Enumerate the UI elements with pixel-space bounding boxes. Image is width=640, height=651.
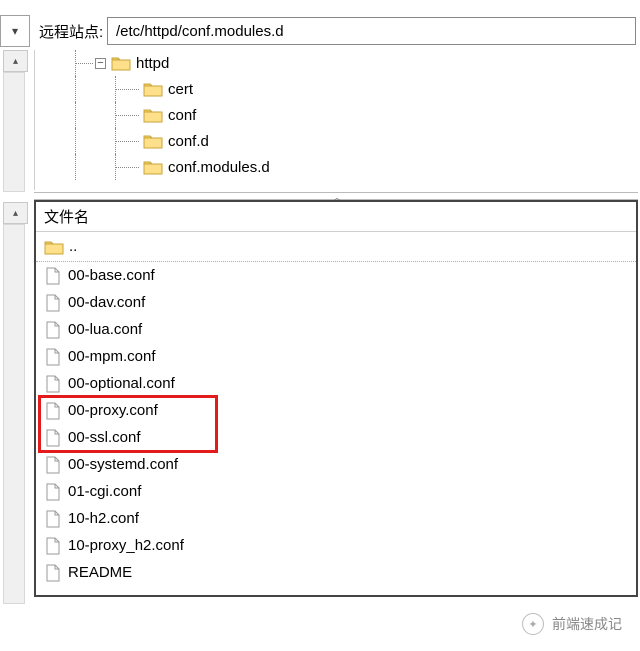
file-name: 00-ssl.conf [68,429,141,446]
folder-icon [143,81,163,97]
parent-dir-label: .. [69,238,77,255]
remote-site-label: 远程站点: [39,21,103,42]
file-row[interactable]: README [36,559,636,586]
file-row[interactable]: 00-systemd.conf [36,451,636,478]
file-name: README [68,564,132,581]
scroll-up-button-2[interactable]: ▴ [3,202,28,224]
scroll-track-upper[interactable] [3,72,25,192]
watermark: ✦ 前端速成记 [522,613,622,635]
file-icon [44,564,62,582]
column-header-filename[interactable]: 文件名 [36,202,636,232]
local-site-dropdown[interactable]: ▾ [0,15,30,47]
tree-item-httpd[interactable]: − httpd [35,50,638,76]
tree-item-conf-d[interactable]: conf.d [35,128,638,154]
file-row[interactable]: 01-cgi.conf [36,478,636,505]
tree-item-cert[interactable]: cert [35,76,638,102]
tree-item-conf-modules-d[interactable]: conf.modules.d [35,154,638,180]
file-name: 01-cgi.conf [68,483,141,500]
file-row[interactable]: 00-lua.conf [36,316,636,343]
file-icon [44,456,62,474]
file-icon [44,267,62,285]
tree-item-label: cert [168,81,193,98]
horizontal-splitter[interactable]: ︿ [34,192,638,200]
scroll-up-button[interactable]: ▴ [3,50,28,72]
file-name: 10-h2.conf [68,510,139,527]
file-row[interactable]: 00-optional.conf [36,370,636,397]
tree-item-label: httpd [136,55,169,72]
watermark-icon: ✦ [522,613,544,635]
folder-icon [143,107,163,123]
tree-item-label: conf.modules.d [168,159,270,176]
file-name: 00-mpm.conf [68,348,156,365]
folder-icon [44,239,64,255]
file-icon [44,510,62,528]
watermark-text: 前端速成记 [552,614,622,634]
file-name: 00-optional.conf [68,375,175,392]
file-name: 00-dav.conf [68,294,145,311]
left-gutter: ▴ ▴ [0,0,30,651]
file-icon [44,537,62,555]
file-icon [44,402,62,420]
file-row[interactable]: 00-mpm.conf [36,343,636,370]
folder-icon [143,133,163,149]
tree-item-label: conf.d [168,133,209,150]
remote-path-input[interactable] [107,17,636,45]
file-name: 00-base.conf [68,267,155,284]
file-name: 00-lua.conf [68,321,142,338]
file-row[interactable]: 00-dav.conf [36,289,636,316]
tree-item-conf[interactable]: conf [35,102,638,128]
file-row[interactable]: 00-proxy.conf [36,397,636,424]
chevron-down-icon: ▾ [12,24,18,38]
file-row[interactable]: 00-ssl.conf [36,424,636,451]
file-row[interactable]: 10-h2.conf [36,505,636,532]
directory-tree[interactable]: − httpd cert conf conf.d conf.modules.d [34,50,638,190]
file-row[interactable]: 10-proxy_h2.conf [36,532,636,559]
file-icon [44,375,62,393]
scroll-track-lower[interactable] [3,224,25,604]
file-icon [44,348,62,366]
file-name: 00-proxy.conf [68,402,158,419]
file-icon [44,429,62,447]
file-icon [44,483,62,501]
file-name: 00-systemd.conf [68,456,178,473]
file-list-panel: 文件名 .. 00-base.conf 00-dav.conf 00-lua.con… [34,200,638,597]
file-icon [44,294,62,312]
file-icon [44,321,62,339]
file-name: 10-proxy_h2.conf [68,537,184,554]
tree-item-label: conf [168,107,196,124]
collapse-icon[interactable]: − [95,58,106,69]
folder-icon [143,159,163,175]
folder-icon [111,55,131,71]
file-row[interactable]: 00-base.conf [36,262,636,289]
parent-directory-row[interactable]: .. [36,232,636,262]
